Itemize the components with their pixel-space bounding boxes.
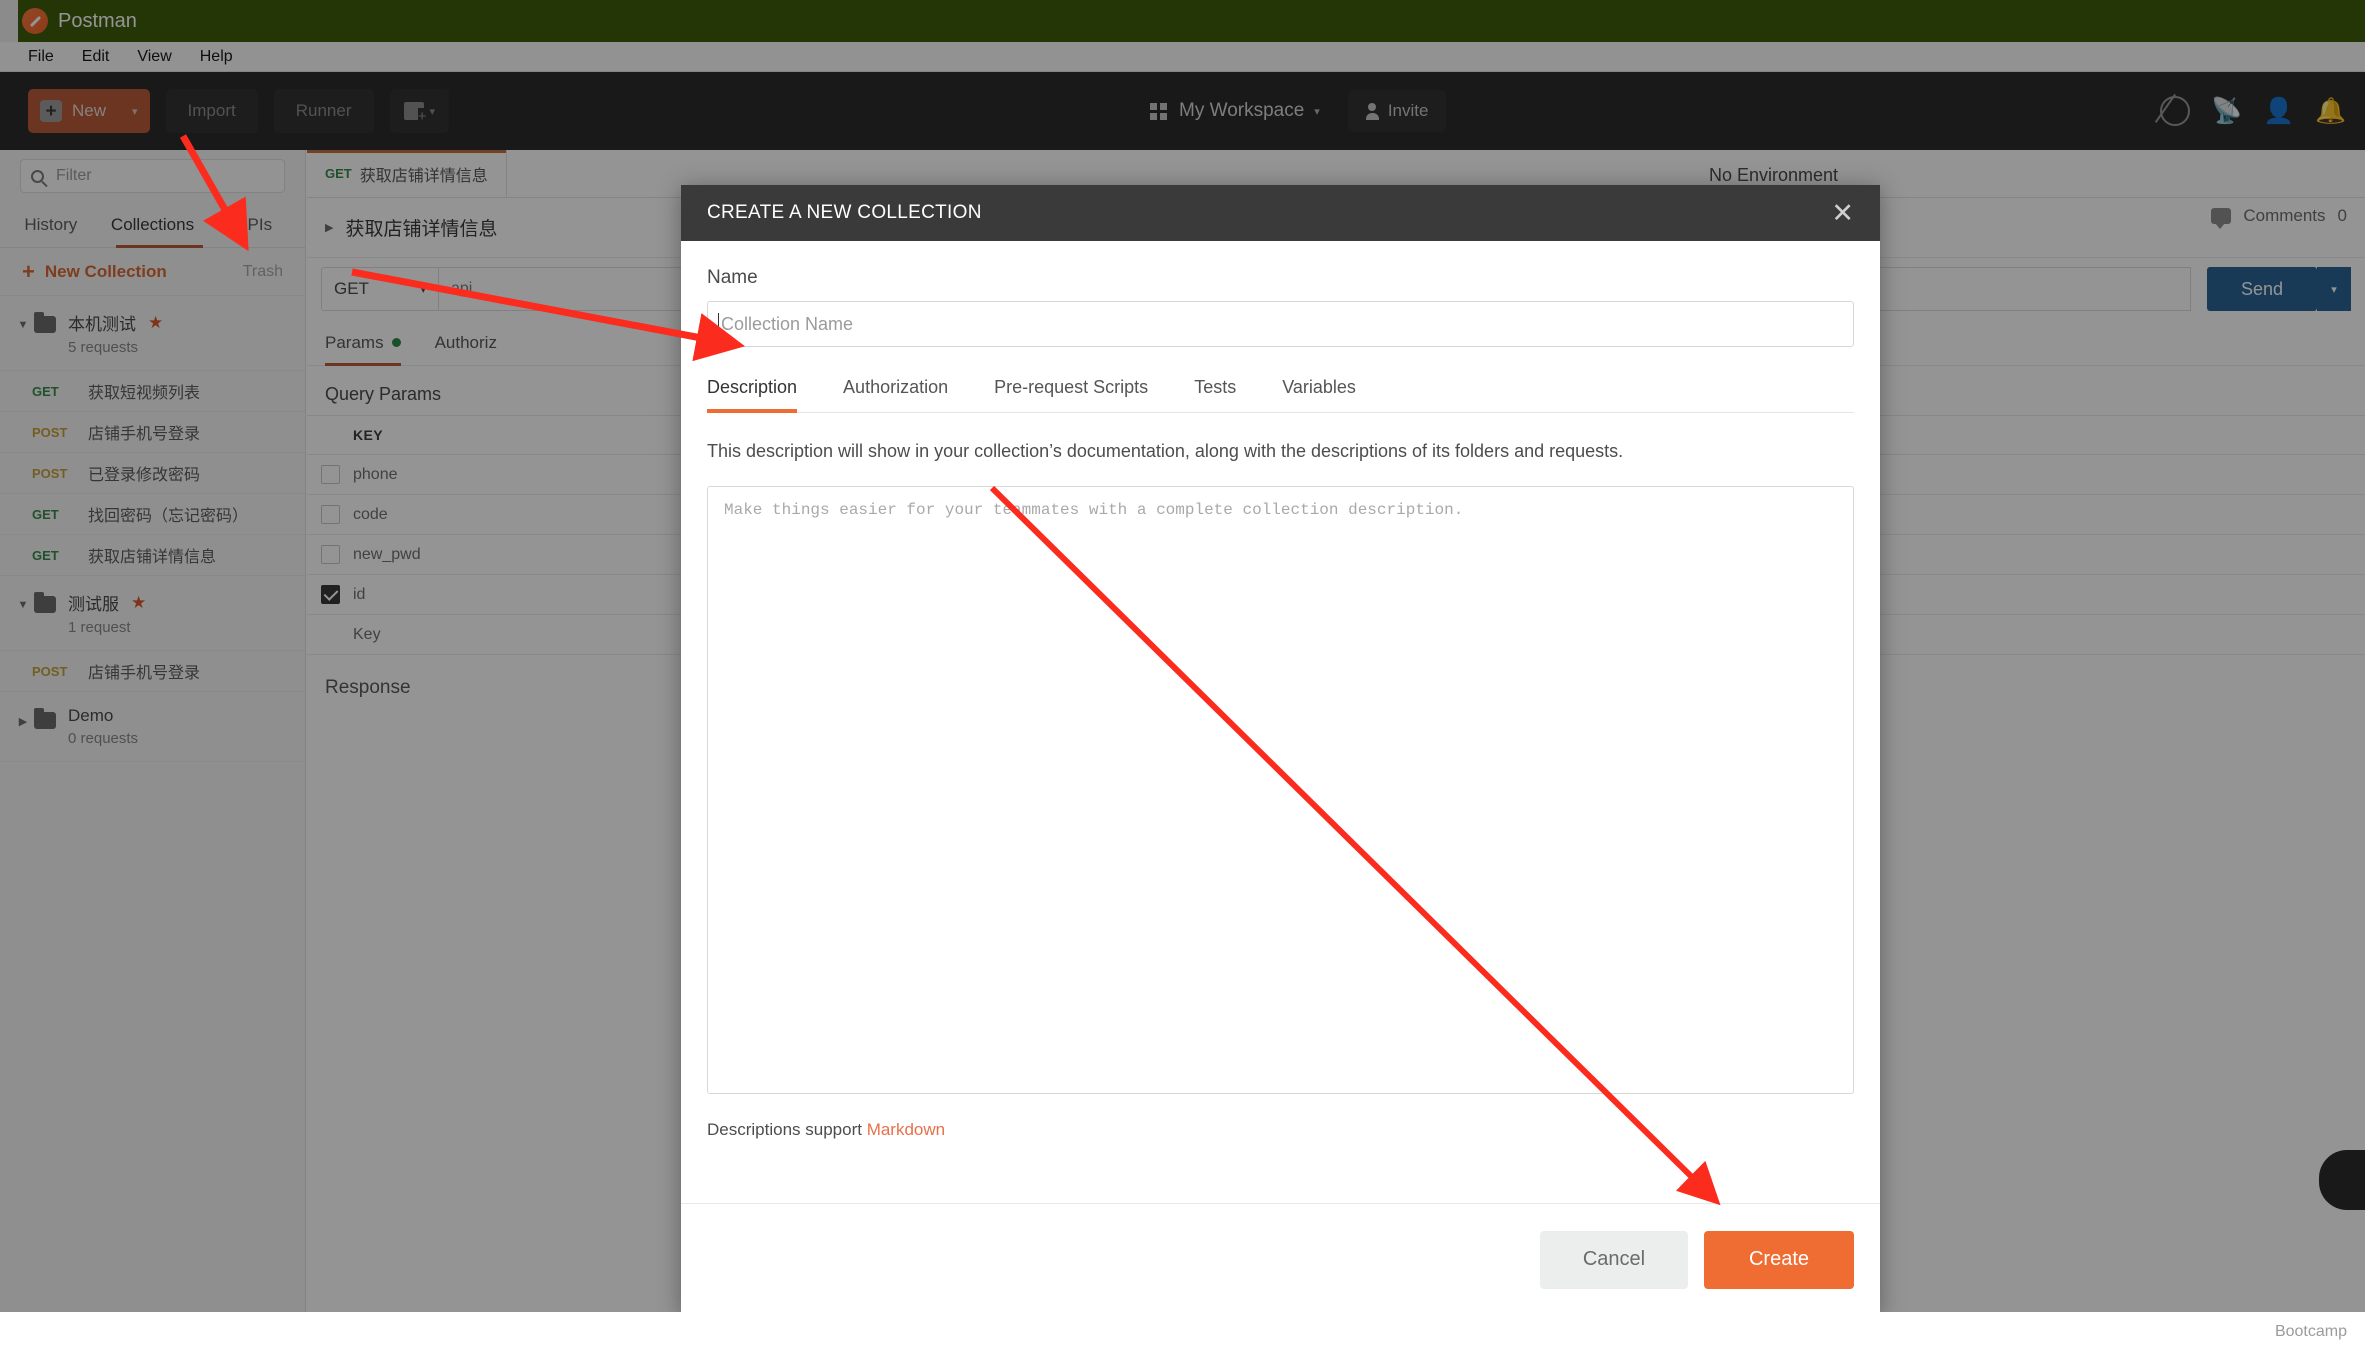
- description-note: This description will show in your colle…: [707, 441, 1624, 461]
- modal-body: Name Collection Name Description Authori…: [681, 241, 1880, 1140]
- modal-title: CREATE A NEW COLLECTION: [707, 202, 982, 223]
- tab-authorization[interactable]: Authorization: [843, 377, 948, 412]
- modal-footer: Cancel Create: [681, 1203, 1880, 1315]
- modal-tab-bar: Description Authorization Pre-request Sc…: [707, 377, 1854, 413]
- markdown-note-prefix: Descriptions support: [707, 1120, 867, 1139]
- text-caret: [718, 313, 719, 335]
- create-button[interactable]: Create: [1704, 1230, 1854, 1289]
- markdown-link[interactable]: Markdown: [867, 1120, 945, 1139]
- cancel-button[interactable]: Cancel: [1540, 1230, 1688, 1289]
- markdown-note: Descriptions support Markdown: [707, 1120, 1854, 1140]
- tab-tests[interactable]: Tests: [1194, 377, 1236, 412]
- close-icon[interactable]: ✕: [1831, 199, 1854, 227]
- create-collection-modal: CREATE A NEW COLLECTION ✕ Name Collectio…: [681, 185, 1880, 1315]
- modal-header: CREATE A NEW COLLECTION ✕: [681, 185, 1880, 241]
- status-bar: Bootcamp: [0, 1312, 2365, 1352]
- description-placeholder: Make things easier for your teammates wi…: [724, 501, 1464, 519]
- collection-name-placeholder: Collection Name: [721, 313, 854, 334]
- tab-variables[interactable]: Variables: [1282, 377, 1356, 412]
- tab-pre-request-scripts[interactable]: Pre-request Scripts: [994, 377, 1148, 412]
- name-label: Name: [707, 267, 758, 288]
- tab-description[interactable]: Description: [707, 377, 798, 413]
- status-text: Bootcamp: [2274, 1323, 2347, 1340]
- postman-app-window: Postman File Edit View Help + New ▾ Impo…: [0, 0, 2365, 1352]
- description-textarea[interactable]: Make things easier for your teammates wi…: [707, 486, 1854, 1094]
- collection-name-input[interactable]: Collection Name: [707, 301, 1854, 347]
